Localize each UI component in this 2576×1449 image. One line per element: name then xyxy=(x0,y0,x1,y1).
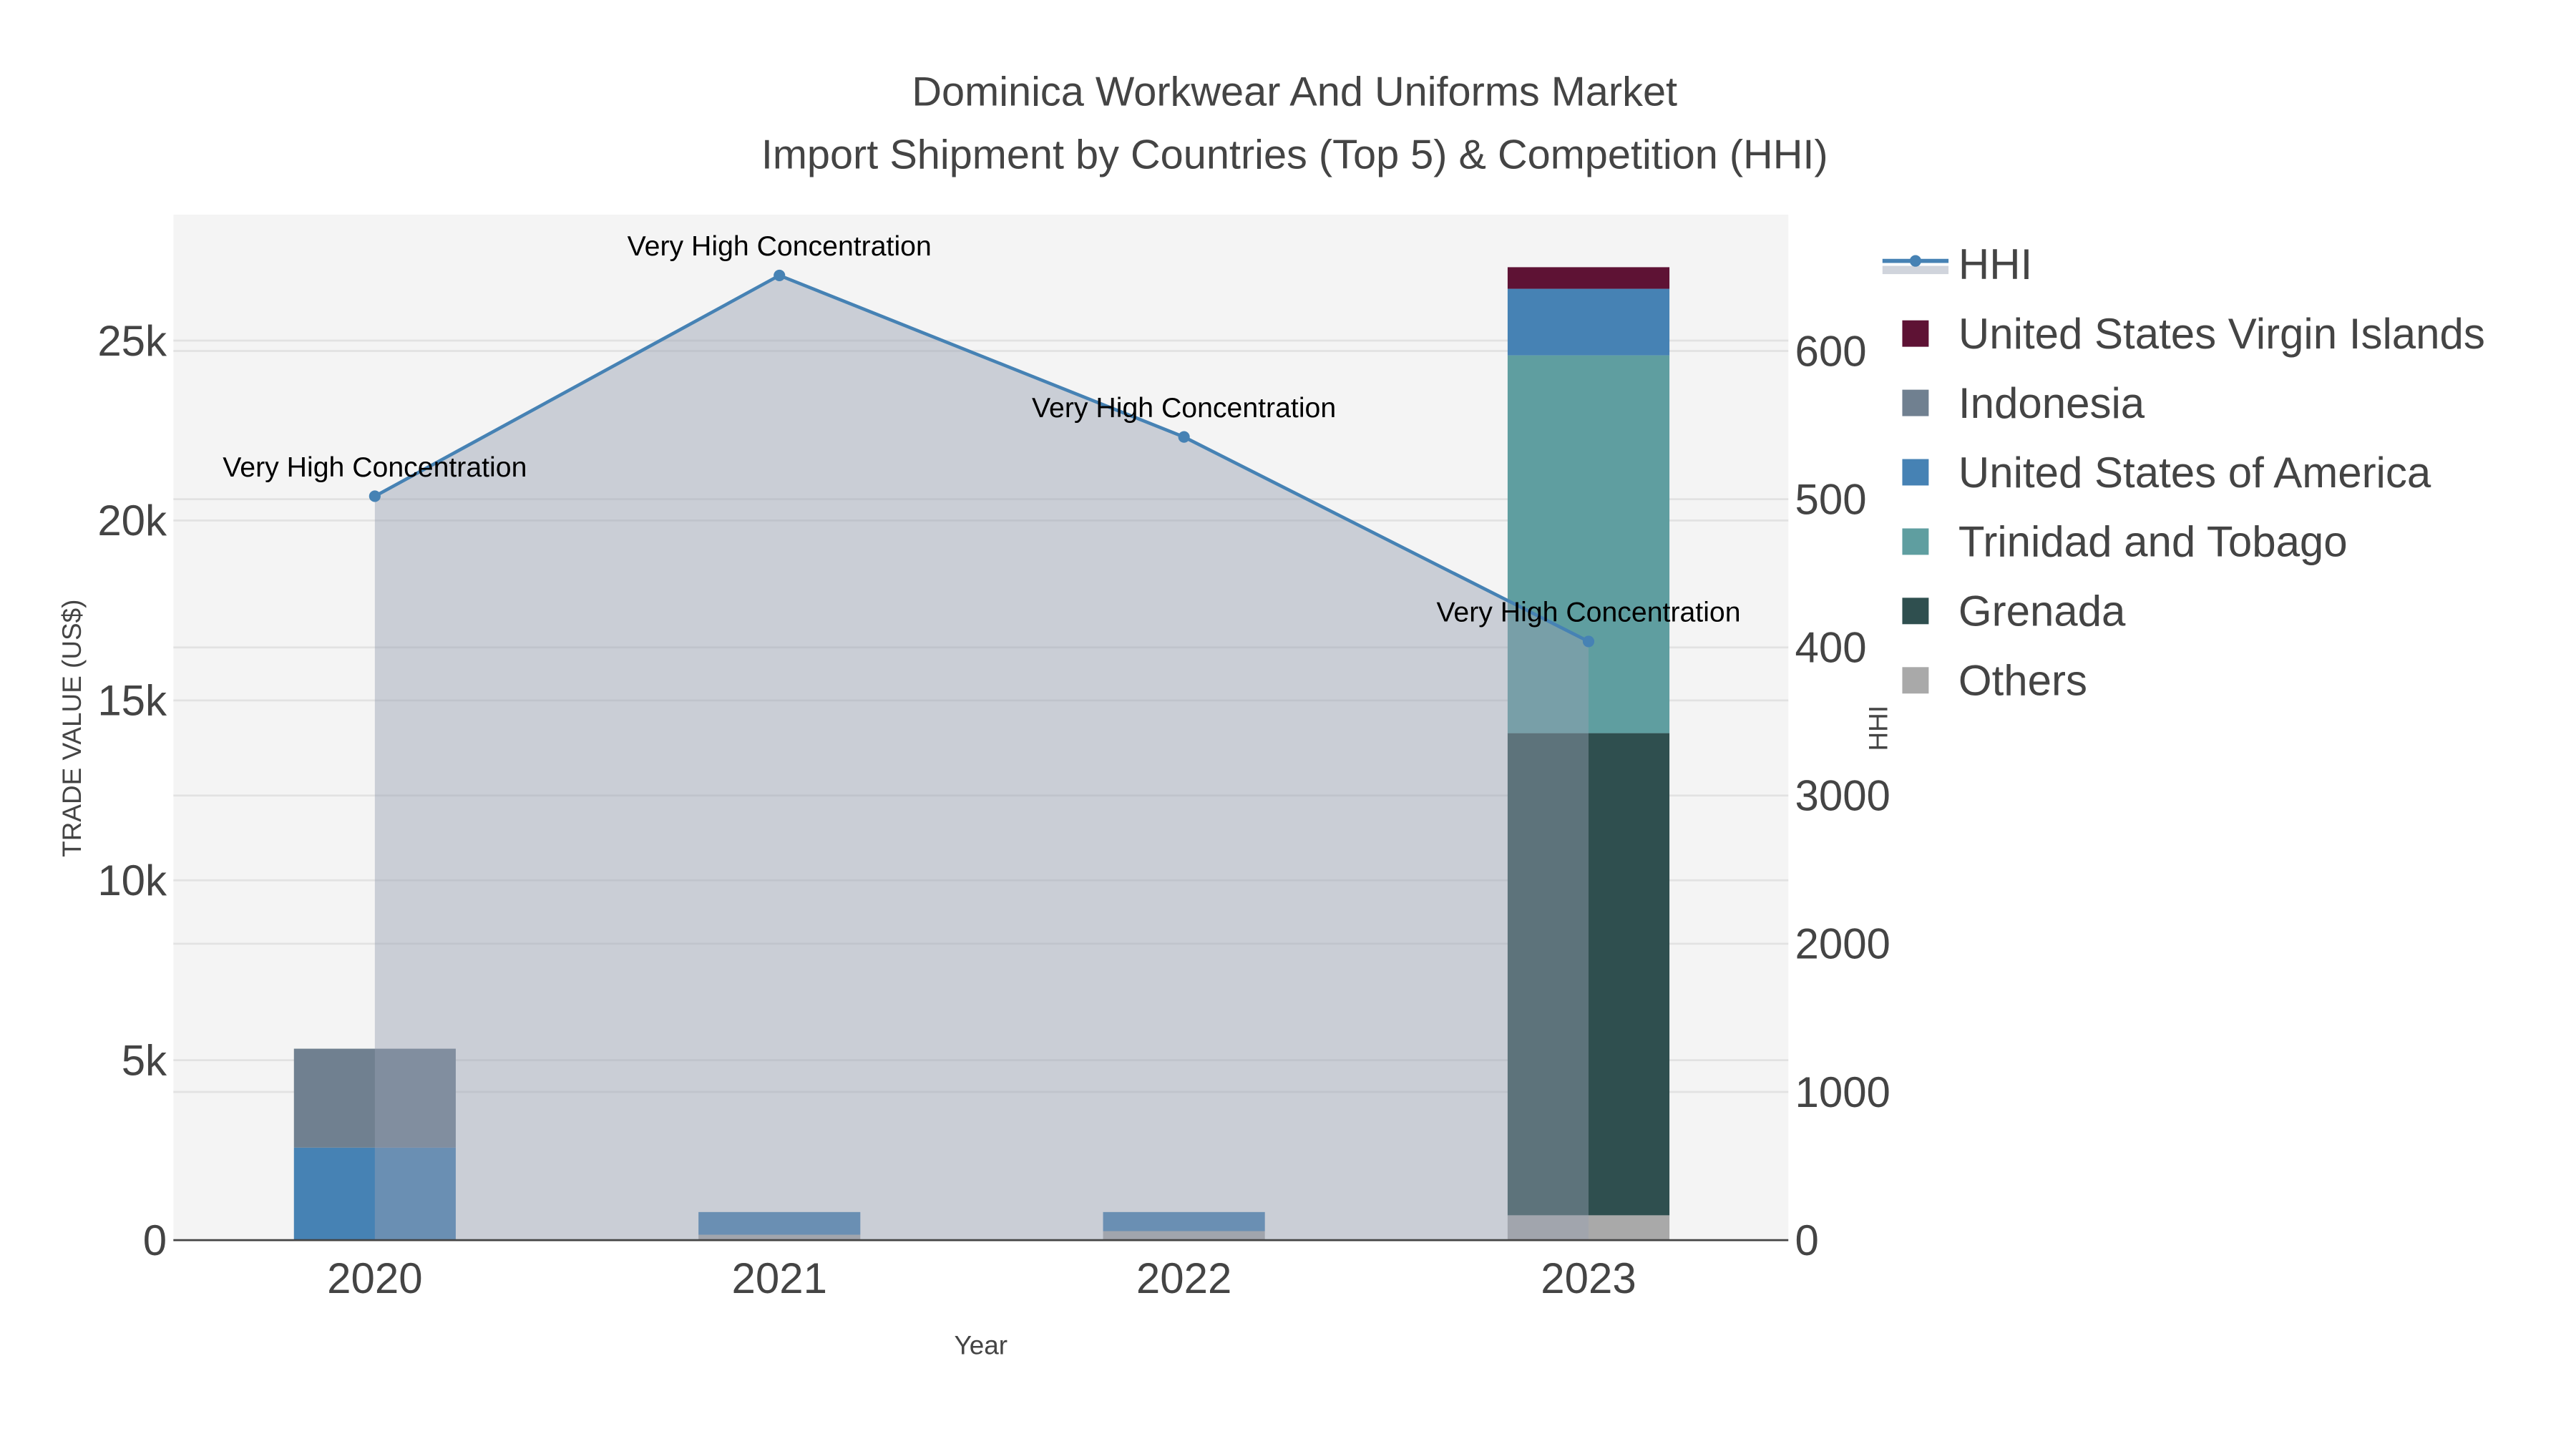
hhi-point xyxy=(774,269,786,281)
legend-label: Grenada xyxy=(1958,587,2126,635)
x-axis-ticks: 2020 2021 2022 2023 xyxy=(327,1254,1636,1302)
legend-swatch xyxy=(1902,528,1929,555)
y2-tick-label: 3000 xyxy=(1795,772,1890,820)
bar-united-states-of-america xyxy=(1507,288,1670,356)
chart-subtitle: Import Shipment by Countries (Top 5) & C… xyxy=(761,132,1828,177)
y-tick-label: 25k xyxy=(97,317,167,365)
y-axis-label: TRADE VALUE (US$) xyxy=(57,600,87,857)
hhi-annotation: Very High Concentration xyxy=(628,230,932,262)
x-tick-label: 2020 xyxy=(327,1254,422,1302)
legend-hhi-swatch-area xyxy=(1882,265,1949,275)
y-tick-label: 5k xyxy=(122,1036,167,1084)
legend-swatch xyxy=(1902,667,1929,694)
y2-tick-label: 400 xyxy=(1795,623,1866,671)
hhi-annotation: Very High Concentration xyxy=(1032,392,1336,424)
x-tick-label: 2021 xyxy=(731,1254,826,1302)
legend-swatch xyxy=(1902,597,1929,625)
legend-hhi-swatch-marker xyxy=(1909,255,1921,267)
y2-tick-label: 500 xyxy=(1795,475,1866,523)
x-tick-label: 2022 xyxy=(1136,1254,1231,1302)
legend-label: United States Virgin Islands xyxy=(1958,310,2485,358)
y-axis-ticks: 0 5k 10k 15k 20k 25k xyxy=(97,317,167,1264)
y2-tick-label: 600 xyxy=(1795,327,1866,375)
chart-title: Dominica Workwear And Uniforms Market xyxy=(912,69,1677,115)
y2-tick-label: 1000 xyxy=(1795,1068,1890,1116)
legend-label: United States of America xyxy=(1958,449,2431,497)
legend-swatch xyxy=(1902,459,1929,486)
hhi-annotation: Very High Concentration xyxy=(1436,597,1740,628)
chart: Dominica Workwear And Uniforms Market Im… xyxy=(57,69,2485,1360)
y-tick-label: 20k xyxy=(97,497,167,545)
y-tick-label: 0 xyxy=(143,1216,167,1264)
bar-united-states-virgin-islands xyxy=(1507,267,1670,289)
y-tick-label: 15k xyxy=(97,677,167,725)
hhi-point xyxy=(1582,635,1595,648)
hhi-point xyxy=(1178,431,1190,443)
y2-tick-label: 0 xyxy=(1795,1216,1818,1264)
legend-swatch xyxy=(1902,389,1929,416)
legend: HHI United States Virgin Islands Indonesia… xyxy=(1882,240,2485,705)
y2-tick-label: 2000 xyxy=(1795,920,1890,968)
x-axis-label: Year xyxy=(954,1330,1008,1360)
legend-label: Others xyxy=(1958,657,2087,705)
y2-axis-ticks: 0 1000 2000 3000 400 500 600 xyxy=(1795,327,1890,1264)
y2-axis-label: HHI xyxy=(1864,706,1893,751)
hhi-point xyxy=(369,490,381,502)
y-tick-label: 10k xyxy=(97,857,167,904)
legend-label: Indonesia xyxy=(1958,379,2145,427)
legend-label: HHI xyxy=(1958,240,2032,288)
legend-label: Trinidad and Tobago xyxy=(1958,518,2348,566)
x-tick-label: 2023 xyxy=(1541,1254,1636,1302)
legend-swatch xyxy=(1902,320,1929,347)
hhi-annotation: Very High Concentration xyxy=(223,452,527,483)
